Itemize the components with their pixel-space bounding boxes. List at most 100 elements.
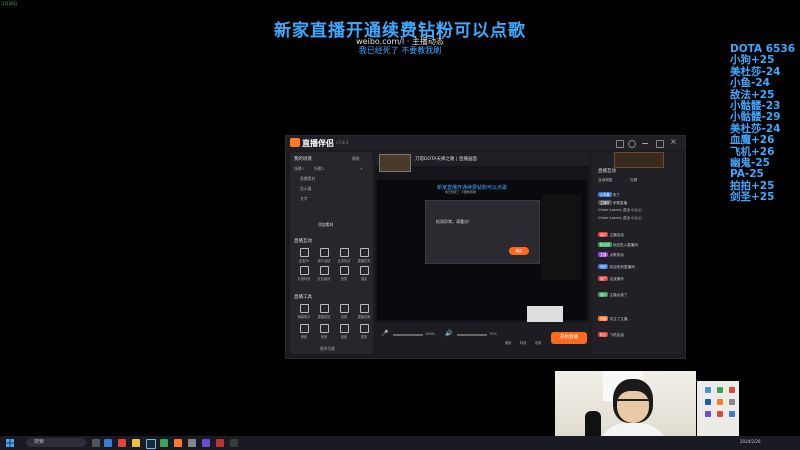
game-icon[interactable] (340, 248, 349, 257)
tab-messages[interactable]: 互动消息 (598, 178, 612, 183)
taskbar: 搜索 2024/2/26 (0, 436, 800, 450)
chat-line: 主播好 来看直播 (598, 200, 627, 206)
settings-label[interactable]: 设置 (535, 340, 541, 345)
speaker-level: 70% (489, 332, 497, 336)
source-item[interactable]: 直播素材 (300, 176, 315, 182)
chat-user: Cheer·Lonely (598, 208, 622, 212)
app-icon[interactable] (717, 399, 723, 405)
task-icon[interactable] (360, 248, 369, 257)
app-icon[interactable] (729, 387, 735, 393)
chat-line: 小苹果 来了 (598, 192, 620, 198)
stream-preview[interactable]: 新家直播开通续费钻粉可以点歌 我已经死了 不要教我刷 检测异常，请重试！ 确定 (377, 180, 587, 326)
clip-icon[interactable] (340, 304, 349, 313)
chat-user: 观众 (598, 292, 609, 297)
tools-header: 直播互动 (294, 239, 312, 244)
chat-line: 观众 主播太强了 (598, 292, 628, 298)
app-icon[interactable] (717, 411, 723, 417)
minimize-icon[interactable] (642, 143, 648, 144)
gift-icon[interactable] (300, 266, 309, 275)
app-icon[interactable] (216, 439, 224, 447)
chat-line: 主播 点歌成功 (598, 252, 624, 258)
app-icon[interactable] (160, 439, 168, 447)
app-icon[interactable] (705, 387, 711, 393)
source-item[interactable]: 文字 (300, 196, 308, 202)
tool-label: 连麦PK (298, 259, 310, 263)
add-scene-button[interactable]: + (360, 166, 363, 171)
chat-user: 粉丝团 (598, 242, 612, 247)
chat-line: 观众 主播加油 (598, 232, 624, 238)
dialog-confirm-button[interactable]: 确定 (509, 247, 529, 255)
folder-icon[interactable] (132, 439, 140, 447)
mic-icon[interactable]: 🎤 (381, 330, 388, 337)
taskbar-search-input[interactable]: 搜索 (26, 438, 86, 447)
link-icon[interactable] (320, 248, 329, 257)
more-icon[interactable] (360, 324, 369, 333)
chat-text: 来了 (612, 193, 620, 197)
settings-icon[interactable] (360, 304, 369, 313)
preview-banner-sub: 我已经死了 不要教我刷 (445, 190, 476, 194)
tab-scene-1[interactable]: 场景1 (294, 166, 304, 172)
chat-user: 系统 (598, 316, 609, 321)
chat-line: Cheer·Lonely 送出 小心心 (598, 216, 642, 221)
danmu-icon[interactable] (300, 304, 309, 313)
windows-start-icon[interactable] (6, 439, 14, 447)
app-icon[interactable] (230, 439, 238, 447)
corner-label: 2月26日 (2, 1, 18, 6)
app-logo-icon (290, 138, 300, 147)
chat-text: 欢迎进入直播间 (612, 243, 638, 247)
beauty-label[interactable]: 美颜 (505, 340, 511, 345)
speaker-slider[interactable] (457, 334, 487, 336)
sticker-icon[interactable] (340, 324, 349, 333)
chat-text: 主播太强了 (609, 293, 628, 297)
event-banner[interactable] (614, 152, 664, 168)
add-source-button[interactable]: 添加素材 (318, 222, 333, 228)
system-tray-clock[interactable]: 2024/2/26 (740, 439, 761, 444)
chat-user: 系统 (598, 264, 609, 269)
mic-slider[interactable] (393, 334, 423, 336)
chat-text: 送出 小心心 (622, 208, 642, 212)
effects-label[interactable]: 特效 (520, 340, 526, 345)
sound-icon[interactable] (320, 324, 329, 333)
pk-icon[interactable] (300, 248, 309, 257)
app-icon[interactable] (705, 399, 711, 405)
tool-label: 弹幕助手 (297, 315, 311, 319)
chat-text: 点歌成功 (609, 253, 624, 257)
score-item: 血魔+26 (730, 134, 775, 147)
bell-icon[interactable] (616, 140, 624, 148)
tool-label: 更多 (360, 335, 368, 339)
maximize-icon[interactable] (656, 140, 664, 148)
app-icon[interactable] (729, 399, 735, 405)
chat-line: Cheer·Lonely 送出 小心心 (598, 208, 642, 213)
app-icon[interactable] (174, 439, 182, 447)
source-item[interactable]: 显示器 (300, 186, 311, 192)
lottery-icon[interactable] (360, 266, 369, 275)
score-item: 剑圣+25 (730, 191, 775, 204)
desktop-strip (697, 381, 739, 443)
steam-icon[interactable] (146, 439, 156, 449)
scene-thumbnail[interactable] (379, 154, 411, 172)
vote-icon[interactable] (340, 266, 349, 275)
scene-mode[interactable]: 横屏 (352, 156, 360, 162)
app-icon[interactable] (202, 439, 210, 447)
tool-label: 抽奖 (360, 277, 368, 281)
task-view-icon[interactable] (92, 439, 100, 447)
app-icon[interactable] (705, 411, 711, 417)
beauty-icon[interactable] (300, 324, 309, 333)
tab-scene-2[interactable]: 场景2 (314, 166, 324, 172)
app-icon[interactable] (188, 439, 196, 447)
tab-gifts[interactable]: 礼物 (630, 178, 637, 183)
avatar[interactable] (628, 140, 636, 148)
redpacket-icon[interactable] (320, 266, 329, 275)
go-live-button[interactable]: 开始直播 (551, 332, 587, 344)
chat-user: 用户 (598, 276, 609, 281)
more-functions-link[interactable]: 更多功能 (320, 346, 335, 352)
replay-icon[interactable] (320, 304, 329, 313)
streaming-app-window: 直播伴侣 v7.8.1 × 我的场景 横屏 场景1 场景2 + 直播素材 显示器… (285, 135, 686, 359)
app-icon[interactable] (729, 411, 735, 417)
edge-icon[interactable] (104, 439, 112, 447)
right-panel: 直播互动 互动消息 礼物 小苹果 来了 主播好 来看直播 Cheer·Lonel… (592, 152, 682, 354)
close-icon[interactable]: × (670, 137, 677, 146)
app-icon[interactable] (717, 387, 723, 393)
speaker-icon[interactable]: 🔊 (445, 330, 452, 337)
app-icon[interactable] (118, 439, 126, 447)
